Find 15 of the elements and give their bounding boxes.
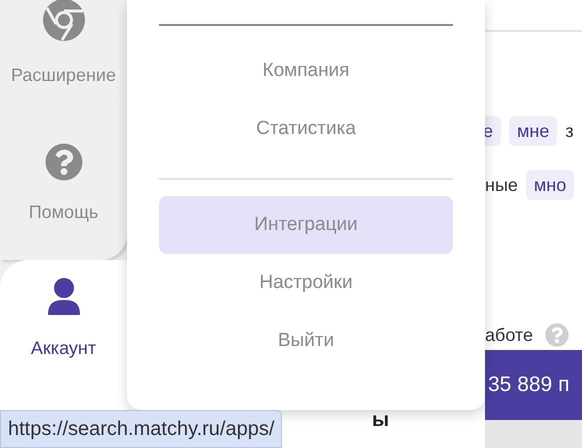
- menu-item[interactable]: Интеграции: [159, 196, 453, 254]
- sidebar-item[interactable]: Аккаунт: [0, 260, 127, 408]
- sidebar-item[interactable]: Расширение: [0, 0, 127, 98]
- hint-text: аботе: [485, 324, 533, 346]
- heading-text: ы: [372, 408, 390, 432]
- person-icon: [46, 276, 82, 316]
- tag: мне: [509, 116, 558, 146]
- help-icon[interactable]: [545, 323, 569, 347]
- body-text: ные: [485, 174, 518, 197]
- tag: мно: [526, 170, 574, 200]
- body-text: з: [565, 120, 574, 143]
- sidebar-item[interactable]: Помощь: [0, 98, 127, 260]
- counter-banner: 35 889 п: [485, 350, 582, 420]
- url-tooltip: https://search.matchy.ru/apps/: [0, 410, 282, 448]
- help-icon: [44, 142, 82, 180]
